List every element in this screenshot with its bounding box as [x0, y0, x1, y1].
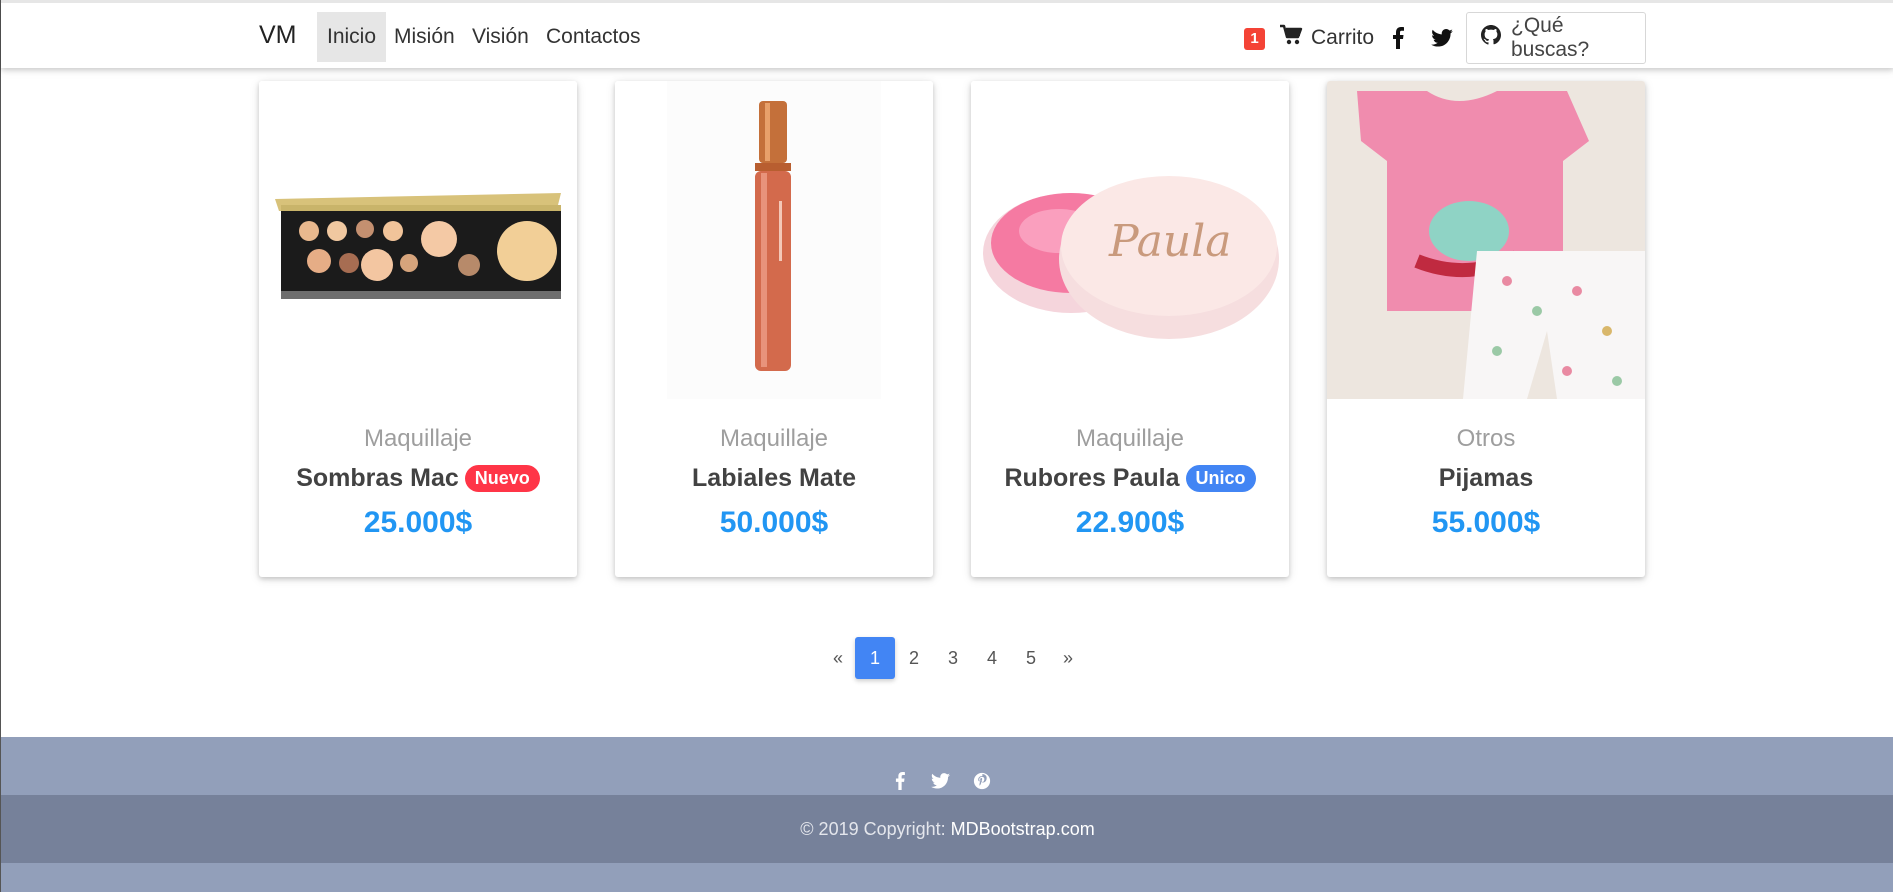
pagination-page-3[interactable]: 3 — [933, 637, 973, 679]
product-image-blush-powder[interactable]: Paula — [971, 81, 1289, 399]
pagination-page-5[interactable]: 5 — [1011, 637, 1051, 679]
product-name: Rubores Paula — [1004, 464, 1180, 492]
shopping-cart-icon — [1279, 24, 1303, 52]
facebook-icon[interactable] — [1387, 24, 1409, 52]
pagination-prev[interactable]: « — [827, 637, 849, 679]
pagination-page-4[interactable]: 4 — [972, 637, 1012, 679]
product-card[interactable]: Paula Maquillaje Rubores Paula Unico 22.… — [971, 81, 1289, 577]
product-price: 50.000$ — [719, 506, 829, 539]
pagination-next[interactable]: » — [1057, 637, 1079, 679]
pagination-page-2[interactable]: 2 — [894, 637, 934, 679]
product-image-lipstick[interactable] — [615, 81, 933, 399]
footer-bottom-bar — [1, 863, 1893, 892]
pagination-page-1[interactable]: 1 — [855, 637, 895, 679]
product-card[interactable]: Otros Pijamas 55.000$ — [1327, 81, 1645, 577]
copyright-link[interactable]: MDBootstrap.com — [951, 819, 1095, 839]
cart-label: Carrito — [1311, 26, 1375, 49]
nav-link-vision[interactable]: Visión — [462, 12, 539, 62]
product-name: Labiales Mate — [692, 464, 856, 492]
product-category: Maquillaje — [719, 425, 829, 452]
cart-count-badge: 1 — [1244, 28, 1265, 50]
footer-copyright: © 2019 Copyright: MDBootstrap.com — [1, 795, 1893, 863]
product-card[interactable]: Maquillaje Sombras Mac Nuevo 25.000$ — [259, 81, 577, 577]
product-price: 55.000$ — [1431, 506, 1541, 539]
pinterest-icon[interactable] — [971, 770, 993, 792]
product-title[interactable]: Pijamas — [1327, 464, 1645, 493]
product-title[interactable]: Labiales Mate — [615, 464, 933, 493]
product-price: 22.900$ — [1075, 506, 1185, 539]
product-category: Maquillaje — [363, 425, 473, 452]
nav-link-contactos[interactable]: Contactos — [536, 12, 651, 62]
product-title[interactable]: Rubores Paula Unico — [971, 464, 1289, 493]
svg-text:Paula: Paula — [1108, 216, 1232, 267]
github-icon — [1481, 25, 1501, 51]
twitter-icon[interactable] — [928, 770, 952, 792]
search-button[interactable]: ¿Qué buscas? — [1466, 12, 1646, 64]
twitter-icon[interactable] — [1429, 24, 1455, 52]
new-badge: Nuevo — [464, 465, 540, 492]
product-name: Sombras Mac — [296, 464, 459, 492]
product-name: Pijamas — [1438, 464, 1534, 492]
nav-link-mision[interactable]: Misión — [384, 12, 465, 62]
facebook-icon[interactable] — [892, 770, 908, 792]
unique-badge: Unico — [1185, 465, 1256, 492]
cart-link[interactable]: Carrito — [1279, 23, 1374, 53]
product-card[interactable]: Maquillaje Labiales Mate 50.000$ — [615, 81, 933, 577]
product-category: Otros — [1456, 425, 1516, 452]
search-label: ¿Qué buscas? — [1511, 14, 1590, 61]
product-image-eyeshadow-palette[interactable] — [259, 81, 577, 399]
nav-link-inicio[interactable]: Inicio — [317, 12, 387, 62]
product-title[interactable]: Sombras Mac Nuevo — [259, 464, 577, 493]
top-navbar: VM Inicio Misión Visión Contactos 1 Carr… — [1, 0, 1893, 68]
product-image-pajamas[interactable] — [1327, 81, 1645, 399]
product-price: 25.000$ — [363, 506, 473, 539]
product-category: Maquillaje — [1075, 425, 1185, 452]
brand-logo[interactable]: VM — [259, 21, 297, 50]
copyright-text: © 2019 Copyright: — [800, 819, 951, 839]
